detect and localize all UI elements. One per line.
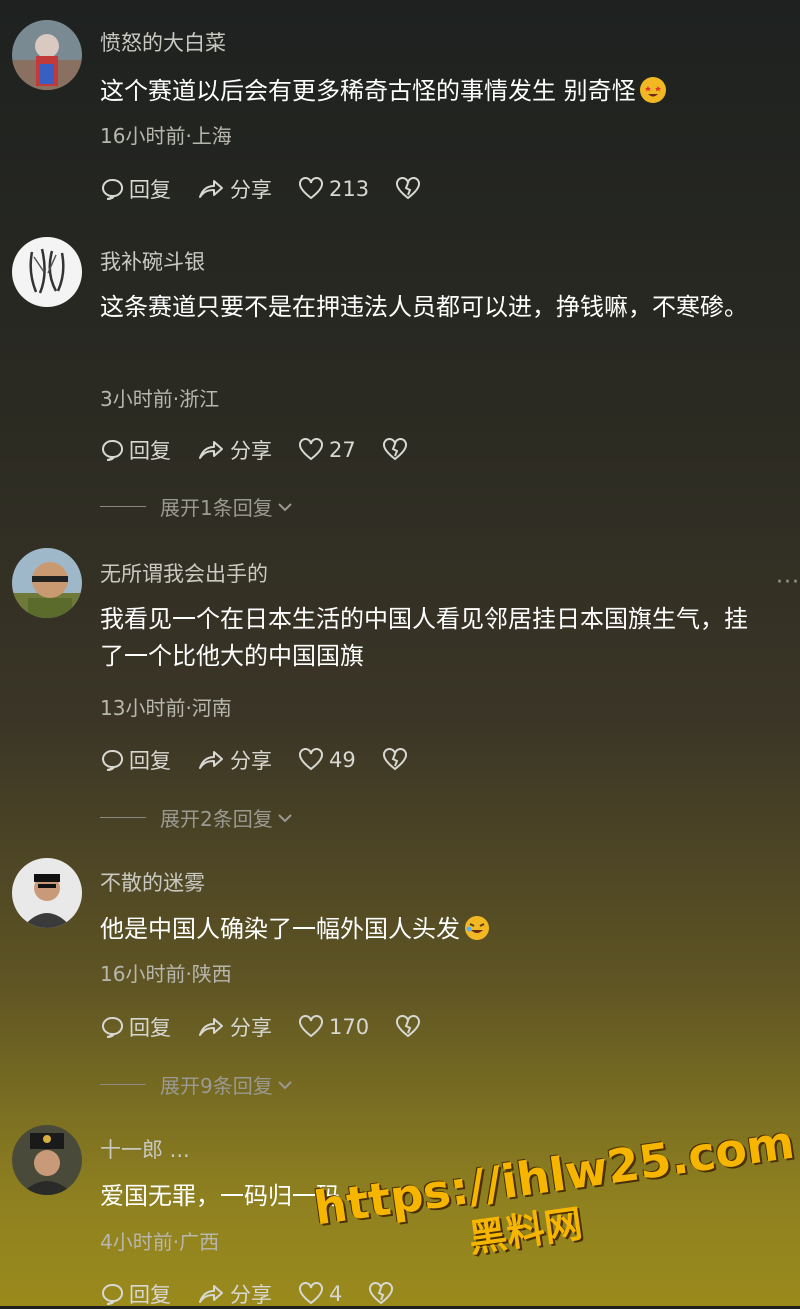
comment-text-body: 他是中国人确染了一幅外国人头发: [100, 915, 460, 943]
reply-button[interactable]: 回复: [100, 1012, 171, 1042]
like-count: 49: [329, 748, 356, 772]
share-icon: [199, 1285, 223, 1303]
reply-icon: [102, 1016, 123, 1038]
comment-text: 这个赛道以后会有更多稀奇古怪的事情发生 别奇怪: [100, 73, 770, 110]
avatar[interactable]: [12, 858, 82, 928]
avatar[interactable]: [12, 20, 82, 90]
divider: [100, 1084, 146, 1085]
heart-icon: [299, 748, 323, 771]
broken-heart-icon: [396, 1015, 421, 1038]
divider: [100, 817, 146, 818]
share-button[interactable]: 分享: [197, 174, 272, 204]
dislike-button[interactable]: [368, 1282, 399, 1306]
expand-replies-button[interactable]: 展开9条回复: [100, 1070, 293, 1099]
like-button[interactable]: 27: [298, 438, 356, 462]
comment-text: 这条赛道只要不是在押违法人员都可以进，挣钱嘛，不寒碜。: [100, 293, 748, 321]
comment-meta: 16小时前·上海: [100, 124, 232, 148]
chevron-down-icon: [278, 1080, 292, 1089]
reply-icon: [102, 1283, 123, 1305]
comment-actions: 回复 分享 213: [100, 174, 452, 204]
reply-label: 回复: [129, 749, 171, 773]
share-label: 分享: [230, 1016, 272, 1040]
comment-username[interactable]: 不散的迷雾: [100, 867, 205, 897]
comment-actions: 回复 分享 4: [100, 1279, 425, 1309]
like-button[interactable]: 4: [298, 1282, 342, 1306]
like-count: 27: [329, 438, 356, 462]
like-count: 170: [329, 1015, 370, 1039]
share-label: 分享: [230, 439, 272, 463]
heart-icon: [299, 1282, 323, 1305]
comment-text: 他是中国人确染了一幅外国人头发: [100, 911, 770, 948]
heart-icon: [299, 177, 323, 200]
broken-heart-icon: [382, 748, 407, 771]
comment-username[interactable]: 十一郎 ...: [100, 1134, 190, 1164]
chevron-down-icon: [278, 502, 292, 511]
reply-icon: [102, 178, 123, 200]
dislike-button[interactable]: [395, 1015, 426, 1039]
expand-replies-button[interactable]: 展开2条回复: [100, 803, 293, 832]
like-button[interactable]: 170: [298, 1015, 369, 1039]
avatar[interactable]: [12, 548, 82, 618]
reply-button[interactable]: 回复: [100, 745, 171, 775]
share-icon: [199, 441, 223, 459]
dislike-button[interactable]: [382, 748, 413, 772]
share-button[interactable]: 分享: [197, 1012, 272, 1042]
rolling-laughing-emoji-icon: [464, 915, 490, 941]
expand-replies-button[interactable]: 展开1条回复: [100, 492, 293, 521]
divider: [100, 506, 146, 507]
expand-replies-label: 展开2条回复: [160, 807, 273, 831]
comment-username[interactable]: 无所谓我会出手的: [100, 558, 268, 588]
comment-meta: 13小时前·河南: [100, 696, 232, 720]
comment-text: 我看见一个在日本生活的中国人看见邻居挂日本国旗生气，挂了一个比他大的中国国旗: [100, 605, 748, 670]
comment-username[interactable]: 我补碗斗银: [100, 246, 205, 276]
share-label: 分享: [230, 1283, 272, 1307]
star-struck-emoji-icon: [639, 77, 666, 103]
reply-label: 回复: [129, 1016, 171, 1040]
share-icon: [199, 180, 223, 198]
expand-replies-label: 展开1条回复: [160, 496, 273, 520]
like-count: 4: [329, 1282, 343, 1306]
share-label: 分享: [230, 178, 272, 202]
broken-heart-icon: [382, 438, 407, 461]
avatar[interactable]: [12, 1125, 82, 1195]
reply-label: 回复: [129, 178, 171, 202]
share-icon: [199, 1018, 223, 1036]
like-button[interactable]: 213: [298, 177, 369, 201]
avatar[interactable]: [12, 237, 82, 307]
share-button[interactable]: 分享: [197, 745, 272, 775]
more-options-icon[interactable]: ···: [776, 570, 800, 595]
expand-replies-label: 展开9条回复: [160, 1074, 273, 1098]
reply-icon: [102, 749, 123, 771]
comment-actions: 回复 分享 49: [100, 745, 439, 775]
chevron-down-icon: [278, 813, 292, 822]
dislike-button[interactable]: [382, 438, 413, 462]
comment-meta: 3小时前·浙江: [100, 387, 220, 411]
comment-username[interactable]: 愤怒的大白菜: [100, 27, 226, 57]
broken-heart-icon: [369, 1282, 394, 1305]
comment-actions: 回复 分享 27: [100, 435, 439, 465]
comment-text-body: 这个赛道以后会有更多稀奇古怪的事情发生 别奇怪: [100, 77, 636, 105]
dislike-button[interactable]: [395, 177, 426, 201]
broken-heart-icon: [396, 177, 421, 200]
share-label: 分享: [230, 749, 272, 773]
reply-button[interactable]: 回复: [100, 435, 171, 465]
like-button[interactable]: 49: [298, 748, 356, 772]
reply-label: 回复: [129, 439, 171, 463]
comment-meta: 16小时前·陕西: [100, 962, 232, 986]
comment-actions: 回复 分享 170: [100, 1012, 452, 1042]
share-button[interactable]: 分享: [197, 1279, 272, 1309]
comment-meta: 4小时前·广西: [100, 1230, 220, 1254]
share-button[interactable]: 分享: [197, 435, 272, 465]
reply-button[interactable]: 回复: [100, 174, 171, 204]
share-icon: [199, 751, 223, 769]
like-count: 213: [329, 177, 370, 201]
heart-icon: [299, 1015, 323, 1038]
reply-label: 回复: [129, 1283, 171, 1307]
reply-icon: [102, 439, 123, 461]
heart-icon: [299, 438, 323, 461]
reply-button[interactable]: 回复: [100, 1279, 171, 1309]
